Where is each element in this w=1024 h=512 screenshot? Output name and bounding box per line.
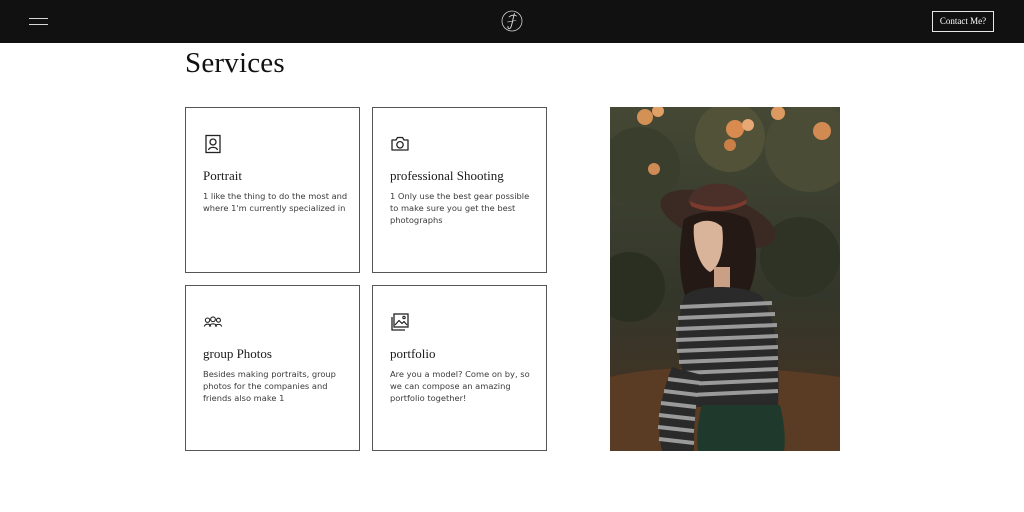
hamburger-menu-icon[interactable] (29, 15, 48, 27)
service-card-portrait[interactable]: Portrait 1 like the thing to do the most… (185, 107, 360, 273)
service-card-title: professional Shooting (390, 168, 504, 183)
service-card-description: Besides making portraits, group photos f… (203, 369, 336, 403)
group-people-icon (203, 316, 223, 327)
contact-me-button[interactable]: Contact Me? (932, 11, 994, 32)
service-card-group-photos[interactable]: group Photos Besides making portraits, g… (185, 285, 360, 451)
top-navigation-bar: Contact Me? (0, 0, 1024, 43)
service-card-title: group Photos (203, 346, 272, 361)
camera-icon (391, 136, 409, 151)
woman-in-hat-illustration (610, 107, 840, 451)
service-card-professional-shooting[interactable]: professional Shooting 1 Only use the bes… (372, 107, 547, 273)
signature-monogram-icon[interactable] (501, 10, 523, 32)
services-heading: Services (185, 47, 285, 79)
service-card-portfolio[interactable]: portfolio Are you a model? Come on by, s… (372, 285, 547, 451)
service-card-title: portfolio (390, 346, 436, 361)
service-card-description: 1 like the thing to do the most and wher… (203, 191, 348, 213)
service-card-description: 1 Only use the best gear possible to mak… (390, 191, 530, 225)
service-card-description: Are you a model? Come on by, so we can c… (390, 369, 530, 403)
image-gallery-icon (391, 313, 409, 331)
portrait-frame-icon (205, 134, 221, 154)
woman-in-hat-photo (610, 107, 840, 451)
service-card-title: Portrait (203, 168, 242, 183)
